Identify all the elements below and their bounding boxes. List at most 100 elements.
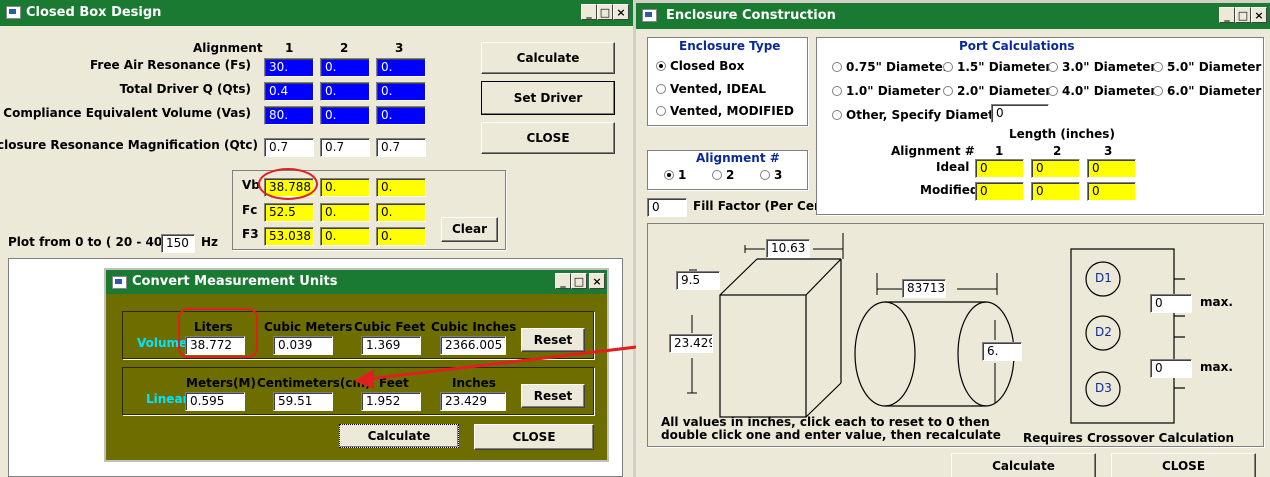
alignment-number-header: Alignment # [891,144,975,158]
fill-factor-input[interactable]: 0 [647,198,687,217]
minimize-icon[interactable]: _ [1219,7,1235,23]
radio-label: 3 [774,168,783,182]
vas-input-3[interactable]: 0. [376,106,426,125]
app-icon [112,276,127,289]
modified-length-1[interactable]: 0 [975,182,1024,201]
enclosure-close-button[interactable]: CLOSE [1111,453,1256,477]
enclosure-titlebar[interactable]: Enclosure Construction _ □ × [636,3,1270,29]
close-icon[interactable]: × [589,273,605,289]
clear-button[interactable]: Clear [441,217,498,242]
radio-alignment-2[interactable]: 2 [712,168,734,182]
vas-label: Compliance Equivalent Volume (Vas) [3,106,251,120]
fs-input-1[interactable]: 30. [264,58,314,77]
modified-length-2[interactable]: 0 [1031,182,1080,201]
radio-port-2-0[interactable]: 2.0" Diameter [943,84,1051,98]
linear-label: Linear [146,392,189,406]
driver-d1-label: D1 [1095,271,1112,285]
other-diameter-input[interactable]: 0 [991,104,1049,123]
alignment-title: Alignment # [696,151,780,165]
meters-header: Meters(M) [186,376,256,390]
closed-box-titlebar[interactable]: Closed Box Design _ □ × [0,0,633,26]
plot-unit-label: Hz [201,235,219,249]
crossover-max-1-input[interactable]: 0 [1150,294,1192,313]
box-height-input[interactable]: 9.5 [676,271,720,290]
radio-label: 5.0" Diameter [1167,60,1262,74]
qtc-input-3[interactable]: 0.7 [376,138,426,157]
set-driver-parameters-button[interactable]: Set Driver Parameters [481,81,615,137]
calculate-dimensions-button[interactable]: Calculate Dimensions [951,453,1096,477]
radio-port-4-0[interactable]: 4.0" Diameter [1048,84,1156,98]
radio-alignment-3[interactable]: 3 [760,168,782,182]
close-icon[interactable]: × [613,4,629,20]
plot-range-input[interactable]: 150 [161,234,195,253]
close-icon[interactable]: × [1251,7,1267,23]
vb-output-2[interactable]: 0. [320,178,370,197]
convert-calculate-button[interactable]: Calculate [339,424,459,448]
ideal-label: Ideal [936,160,970,174]
radio-icon [832,110,842,120]
qts-input-1[interactable]: 0.4 [264,82,314,101]
convert-close-button[interactable]: CLOSE [474,424,594,450]
qtc-input-1[interactable]: 0.7 [264,138,314,157]
radio-icon [1153,86,1163,96]
box-width-input[interactable]: 10.63 [766,239,810,258]
window-title: Enclosure Construction [666,8,836,23]
radio-port-1-5[interactable]: 1.5" Diameter [943,60,1051,74]
minimize-icon[interactable]: _ [581,4,597,20]
radio-port-0-75[interactable]: 0.75" Diameter [832,60,949,74]
radio-closed-box[interactable]: Closed Box [656,59,744,73]
radio-label: 1.0" Diameter [846,84,941,98]
vb-output-3[interactable]: 0. [376,178,426,197]
radio-port-6-0[interactable]: 6.0" Diameter [1153,84,1261,98]
radio-port-5-0[interactable]: 5.0" Diameter [1153,60,1261,74]
radio-port-3-0[interactable]: 3.0" Diameter [1048,60,1156,74]
cubic-meters-input[interactable]: 0.039 [273,336,333,355]
meters-input[interactable]: 0.595 [185,392,245,411]
crossover-panel [1070,248,1185,424]
f3-output-1[interactable]: 53.038 [264,227,314,246]
fc-output-3[interactable]: 0. [376,203,426,222]
radio-port-other[interactable]: Other, Specify Diameter [832,108,1008,122]
f3-output-3[interactable]: 0. [376,227,426,246]
radio-vented-ideal[interactable]: Vented, IDEAL [656,82,766,96]
radio-vented-modified[interactable]: Vented, MODIFIED [656,104,794,118]
minimize-icon[interactable]: _ [555,273,571,289]
maximize-icon[interactable]: □ [597,4,613,20]
fc-output-2[interactable]: 0. [320,203,370,222]
fs-input-2[interactable]: 0. [320,58,370,77]
box-depth-input[interactable]: 23.429 [669,334,713,353]
fc-output-1[interactable]: 52.5 [264,203,314,222]
convert-units-titlebar[interactable]: Convert Measurement Units _ □ × [106,270,607,294]
cubic-feet-header: Cubic Feet [354,320,426,334]
cylinder-length-input[interactable]: 83713 [902,279,946,298]
radio-label: 2.0" Diameter [957,84,1052,98]
radio-port-1-0[interactable]: 1.0" Diameter [832,84,940,98]
cubic-meters-header: Cubic Meters [264,320,353,334]
cylinder-diameter-input[interactable]: 6. [982,342,1022,361]
modified-length-3[interactable]: 0 [1087,182,1136,201]
maximize-icon[interactable]: □ [571,273,587,289]
qts-input-2[interactable]: 0. [320,82,370,101]
radio-label: Closed Box [670,59,745,73]
qts-input-3[interactable]: 0. [376,82,426,101]
qtc-input-2[interactable]: 0.7 [320,138,370,157]
close-button[interactable]: CLOSE [481,122,615,154]
centimeters-input[interactable]: 59.51 [273,392,333,411]
ideal-length-1[interactable]: 0 [975,159,1024,178]
port-col-1: 1 [995,144,1004,158]
ideal-length-2[interactable]: 0 [1031,159,1080,178]
box-shape [719,258,842,418]
radio-selected-icon [656,61,666,71]
ideal-length-3[interactable]: 0 [1087,159,1136,178]
calculate-button[interactable]: Calculate [481,42,615,74]
radio-alignment-1[interactable]: 1 [664,168,686,182]
fs-input-3[interactable]: 0. [376,58,426,77]
vas-input-2[interactable]: 0. [320,106,370,125]
cubic-inches-header: Cubic Inches [431,320,517,334]
f3-output-2[interactable]: 0. [320,227,370,246]
annotation-arrow [354,341,671,389]
vas-input-1[interactable]: 80. [264,106,314,125]
qtc-label: Enclosure Resonance Magnification (Qtc) [0,138,258,152]
crossover-max-2-input[interactable]: 0 [1150,359,1192,378]
maximize-icon[interactable]: □ [1235,7,1251,23]
